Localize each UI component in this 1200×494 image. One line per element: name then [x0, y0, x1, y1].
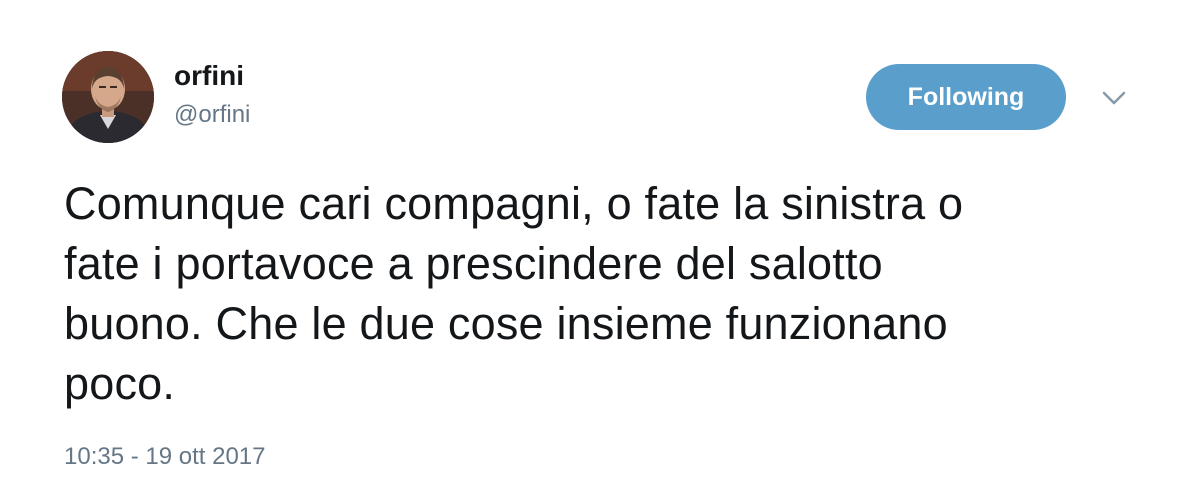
display-name[interactable]: orfini	[174, 60, 244, 92]
tweet-card: orfini @orfini Following Comunque cari c…	[0, 0, 1200, 494]
following-button[interactable]: Following	[866, 64, 1066, 130]
tweet-timestamp[interactable]: 10:35 - 19 ott 2017	[64, 442, 266, 472]
chevron-down-icon[interactable]	[1100, 86, 1128, 110]
tweet-text: Comunque cari compagni, o fate la sinist…	[64, 178, 964, 409]
user-handle[interactable]: @orfini	[174, 100, 250, 130]
profile-photo-icon	[62, 51, 154, 143]
avatar[interactable]	[62, 51, 154, 143]
